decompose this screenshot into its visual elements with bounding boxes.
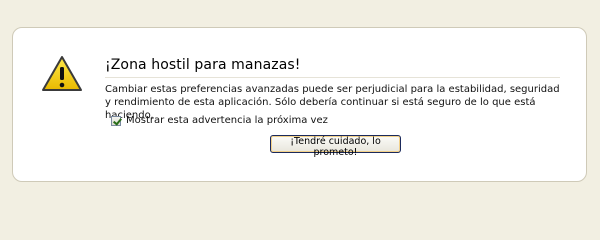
- title-divider: [105, 77, 560, 78]
- show-warning-checkbox[interactable]: [111, 115, 121, 126]
- i-will-be-careful-button[interactable]: ¡Tendré cuidado, lo prometo!: [270, 135, 401, 158]
- warning-icon: [42, 56, 82, 91]
- warning-panel: ¡Zona hostil para manazas! Cambiar estas…: [12, 27, 587, 182]
- dialog-title: ¡Zona hostil para manazas!: [105, 57, 301, 73]
- show-warning-checkbox-row[interactable]: Mostrar esta advertencia la próxima vez: [111, 115, 328, 126]
- show-warning-checkbox-label: Mostrar esta advertencia la próxima vez: [126, 115, 328, 126]
